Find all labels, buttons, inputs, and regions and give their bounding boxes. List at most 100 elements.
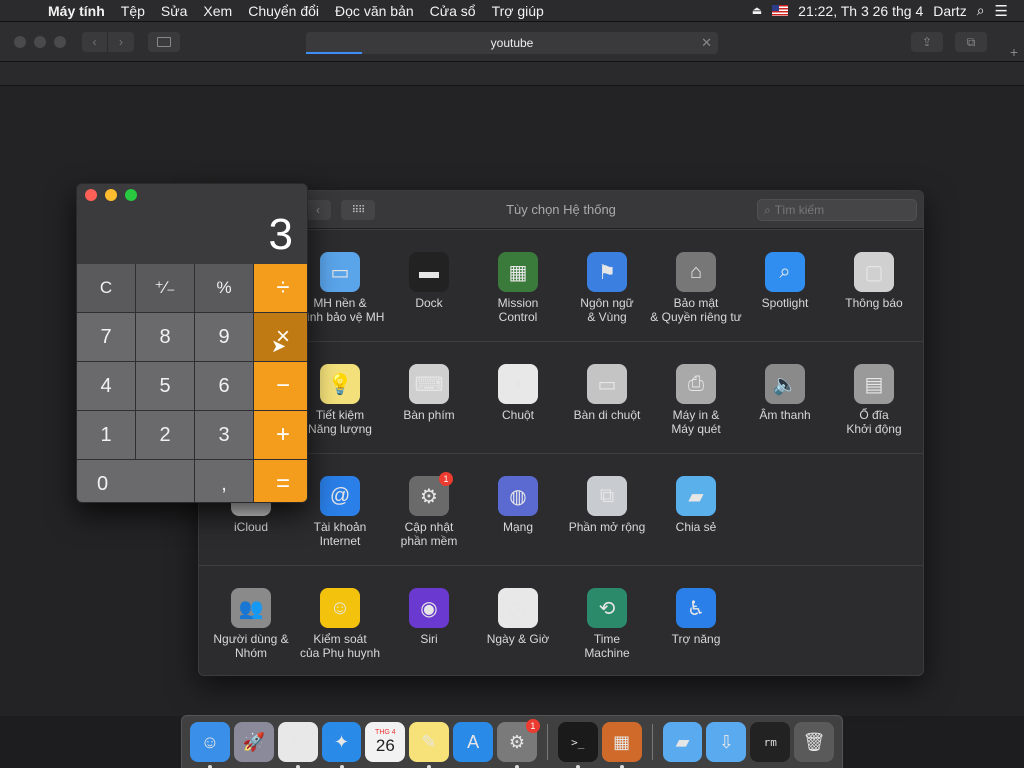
- menu-edit[interactable]: Sửa: [153, 3, 196, 19]
- calculator-icon[interactable]: ▦: [601, 722, 642, 768]
- terminal-window-icon[interactable]: rm: [750, 722, 791, 762]
- calc-key-6[interactable]: 9: [195, 313, 253, 361]
- calc-key-13[interactable]: 2: [136, 411, 194, 459]
- gear-icon: ⚙ 1: [409, 472, 453, 516]
- pref-pane-puzzle[interactable]: ⧉ Phần mở rộng: [559, 476, 655, 534]
- show-tabs-button[interactable]: ⧉: [955, 32, 987, 52]
- calc-minimize-icon[interactable]: [105, 189, 117, 201]
- calc-key-16[interactable]: 0: [77, 460, 194, 502]
- calc-key-1[interactable]: ⁺∕₋: [136, 264, 194, 312]
- notification-center-icon[interactable]: ☰: [995, 2, 1008, 20]
- menu-view[interactable]: Xem: [195, 3, 240, 19]
- spotlight-search-icon[interactable]: ⌕: [977, 2, 985, 19]
- pref-pane-clock[interactable]: ◷ Ngày & Giờ: [470, 588, 566, 646]
- calc-key-0[interactable]: C: [77, 264, 135, 312]
- app-store-icon[interactable]: A: [453, 722, 494, 762]
- close-window-icon[interactable]: [14, 35, 26, 48]
- minimize-window-icon[interactable]: [34, 35, 46, 48]
- calc-key-15[interactable]: +: [254, 411, 307, 459]
- speaker-icon: 🔈: [765, 364, 805, 404]
- at-icon: @: [320, 476, 360, 516]
- system-preferences-icon[interactable]: ⚙ 1: [497, 719, 540, 768]
- magnifier-icon: ⌕: [765, 252, 805, 292]
- forward-button[interactable]: ›: [108, 31, 134, 52]
- calc-key-12[interactable]: 1: [77, 411, 135, 459]
- accessibility-icon: ♿: [676, 588, 716, 628]
- prefs-search-field[interactable]: ⌕ Tìm kiếm: [757, 199, 917, 221]
- calc-key-11[interactable]: −: [254, 362, 307, 410]
- pref-pane-label: Dock: [415, 296, 443, 310]
- calc-key-5[interactable]: 8: [136, 313, 194, 361]
- downloads-folder-icon[interactable]: ⇩: [706, 722, 747, 762]
- menu-help[interactable]: Trợ giúp: [484, 3, 552, 19]
- menu-convert[interactable]: Chuyển đổi: [240, 3, 327, 19]
- prefs-section: 👥 Người dùng & Nhóm ☺ Kiểm soát của Phụ huynh…: [199, 565, 923, 675]
- bulb-icon: 💡: [320, 364, 360, 404]
- pref-pane-mouse[interactable]: ◖ Chuột: [470, 364, 566, 422]
- calculator-display: 3: [77, 206, 307, 264]
- pref-pane-speaker[interactable]: 🔈 Âm thanh: [737, 364, 833, 422]
- calc-key-18[interactable]: =: [254, 460, 307, 502]
- pref-pane-disk[interactable]: ▤ Ổ đĩa Khởi động: [826, 364, 922, 436]
- calc-key-8[interactable]: 4: [77, 362, 135, 410]
- notes-icon[interactable]: ✎: [409, 722, 450, 768]
- clock-text[interactable]: 21:22, Th 3 26 thg 4: [798, 3, 923, 19]
- back-button[interactable]: ‹: [82, 31, 108, 52]
- pref-pane-globe[interactable]: ◍ Mạng: [470, 476, 566, 534]
- pref-pane-gear[interactable]: ⚙ 1 Cập nhật phần mềm: [381, 472, 477, 548]
- pref-pane-folder-share[interactable]: ▰ Chia sẻ: [648, 476, 744, 534]
- calendar-icon[interactable]: THG 4 26: [365, 722, 406, 762]
- calc-key-7[interactable]: ×: [254, 313, 307, 361]
- clock-icon: ◷: [498, 588, 538, 628]
- terminal-icon[interactable]: >_: [557, 722, 598, 768]
- menu-window[interactable]: Cửa sổ: [422, 3, 484, 19]
- safari-icon[interactable]: ✦: [321, 722, 362, 768]
- calc-close-icon[interactable]: [85, 189, 97, 201]
- zoom-window-icon[interactable]: [54, 35, 66, 48]
- calc-key-17[interactable]: ,: [195, 460, 253, 502]
- pref-pane-flag-globe[interactable]: ⚑ Ngôn ngữ & Vùng: [559, 252, 655, 324]
- pref-pane-accessibility[interactable]: ♿ Trợ năng: [648, 588, 744, 646]
- new-tab-button[interactable]: +: [1004, 44, 1024, 62]
- eject-icon[interactable]: ⏏: [752, 4, 762, 17]
- calculator-window: 3 C ⁺∕₋% ÷ 7 8 9 × 4 5 6−1 2 3 +0, =: [76, 183, 308, 503]
- sidebar-toggle-button[interactable]: [148, 31, 180, 52]
- pref-pane-parental[interactable]: ☺ Kiểm soát của Phụ huynh: [292, 588, 388, 660]
- pref-pane-dock[interactable]: ▬ Dock: [381, 252, 477, 310]
- calc-key-9[interactable]: 5: [136, 362, 194, 410]
- pref-pane-time-machine[interactable]: ⟲ Time Machine: [559, 588, 655, 660]
- pref-pane-keyboard[interactable]: ⌨ Bàn phím: [381, 364, 477, 422]
- calc-key-3[interactable]: ÷: [254, 264, 307, 312]
- menu-file[interactable]: Tệp: [113, 3, 153, 19]
- input-source-flag-icon[interactable]: [772, 5, 789, 16]
- chrome-icon[interactable]: ◎: [277, 722, 318, 768]
- address-bar[interactable]: youtube ✕: [306, 32, 718, 54]
- page-load-progress: [306, 52, 362, 54]
- launchpad-icon[interactable]: 🚀: [233, 722, 274, 762]
- pref-pane-siri[interactable]: ◉ Siri: [381, 588, 477, 646]
- share-button[interactable]: ⇪: [911, 32, 943, 52]
- calc-key-4[interactable]: 7: [77, 313, 135, 361]
- trash-icon[interactable]: 🗑: [794, 722, 835, 762]
- browser-window-controls: [14, 35, 66, 48]
- user-name[interactable]: Dartz: [933, 3, 966, 19]
- menu-app-name[interactable]: Máy tính: [40, 3, 113, 19]
- pref-pane-printer[interactable]: ⎙ Máy in & Máy quét: [648, 364, 744, 436]
- menu-speech[interactable]: Đọc văn bản: [327, 3, 422, 19]
- pref-pane-magnifier[interactable]: ⌕ Spotlight: [737, 252, 833, 310]
- calc-key-2[interactable]: %: [195, 264, 253, 312]
- stop-loading-icon[interactable]: ✕: [701, 35, 712, 51]
- pref-pane-label: Bàn di chuột: [573, 408, 641, 422]
- calc-key-10[interactable]: 6: [195, 362, 253, 410]
- pref-pane-notification[interactable]: ▢ Thông báo: [826, 252, 922, 310]
- pref-pane-users[interactable]: 👥 Người dùng & Nhóm: [203, 588, 299, 660]
- pref-pane-house-lock[interactable]: ⌂ Bảo mật & Quyền riêng tư: [648, 252, 744, 324]
- calc-zoom-icon[interactable]: [125, 189, 137, 201]
- finder-icon[interactable]: ☺: [190, 722, 230, 768]
- applications-folder-icon[interactable]: ▰: [662, 722, 703, 762]
- pref-pane-mission-control[interactable]: ▦ Mission Control: [470, 252, 566, 324]
- search-icon: ⌕: [764, 202, 771, 217]
- pref-pane-trackpad[interactable]: ▭ Bàn di chuột: [559, 364, 655, 422]
- disk-icon: ▤: [854, 364, 894, 404]
- calc-key-14[interactable]: 3: [195, 411, 253, 459]
